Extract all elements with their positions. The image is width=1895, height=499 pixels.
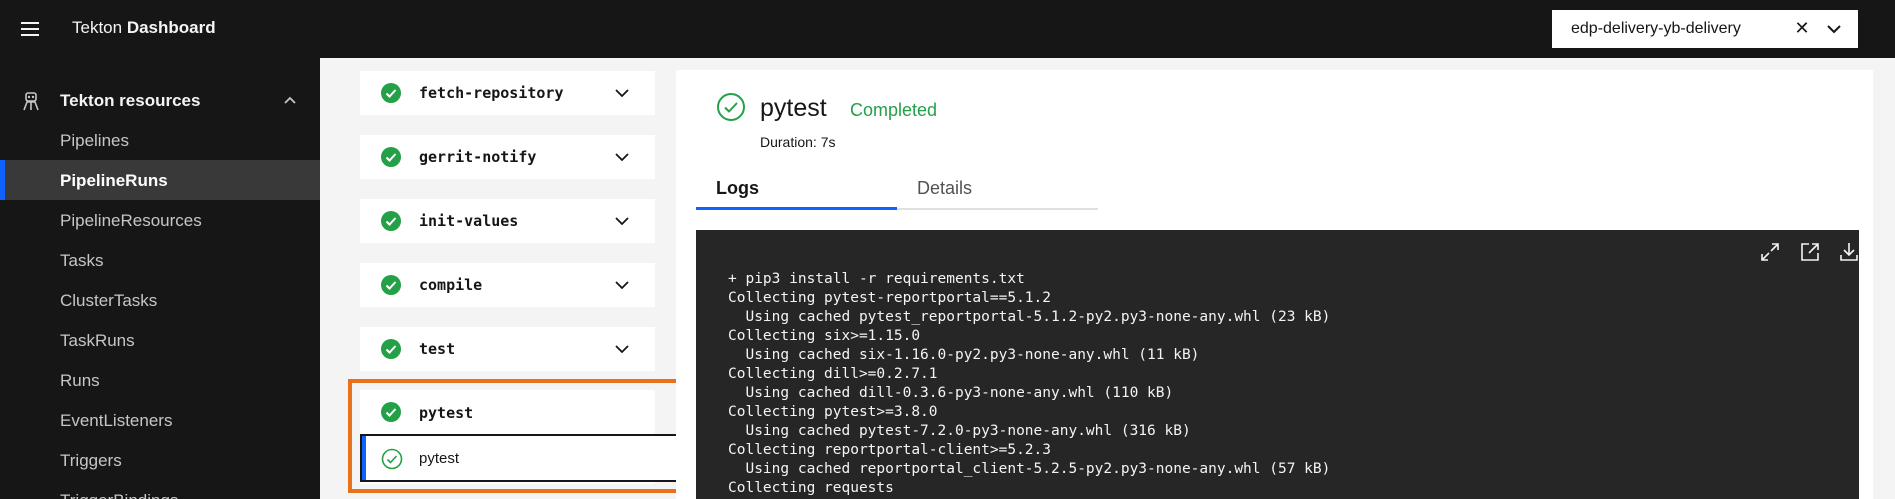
task-init-values[interactable]: init-values: [360, 199, 655, 243]
task-compile[interactable]: compile: [360, 263, 655, 307]
step-details-panel: pytest Completed Duration: 7s Logs Detai…: [676, 70, 1873, 499]
maximize-icon[interactable]: [1758, 240, 1782, 264]
task-label: test: [419, 340, 456, 358]
sidebar-item-label: Tasks: [60, 251, 104, 270]
launch-icon[interactable]: [1798, 240, 1822, 264]
sidebar-item-label: EventListeners: [60, 411, 173, 430]
log-viewer[interactable]: + pip3 install -r requirements.txt Colle…: [696, 230, 1859, 499]
chevron-down-icon[interactable]: [612, 147, 632, 167]
chevron-up-icon[interactable]: [280, 90, 300, 110]
task-label: fetch-repository: [419, 84, 564, 102]
sidebar-item-label: PipelineResources: [60, 211, 202, 230]
clear-namespace-icon[interactable]: ✕: [1790, 16, 1814, 40]
sidebar-item-eventlisteners[interactable]: EventListeners: [0, 400, 320, 440]
checkmark-filled-icon: [381, 339, 401, 359]
checkmark-outline-icon: [717, 93, 745, 121]
checkmark-filled-icon: [381, 147, 401, 167]
chevron-down-icon[interactable]: [612, 339, 632, 359]
namespace-select[interactable]: edp-delivery-yb-delivery ✕: [1552, 10, 1858, 48]
sidebar-item-pipelines[interactable]: Pipelines: [0, 120, 320, 160]
log-line: Collecting pytest>=3.8.0: [728, 404, 938, 420]
log-line: Using cached reportportal_client-5.2.5-p…: [728, 461, 1331, 477]
task-label: init-values: [419, 212, 519, 230]
app-title-prefix: Tekton: [72, 18, 123, 37]
hamburger-menu-icon[interactable]: [14, 14, 46, 44]
chevron-down-icon[interactable]: [1822, 17, 1846, 41]
sidebar: Tekton resources Pipelines PipelineRuns …: [0, 58, 320, 499]
sidebar-item-triggers[interactable]: Triggers: [0, 440, 320, 480]
chevron-down-icon[interactable]: [612, 83, 632, 103]
sidebar-item-label: TriggerBindings: [60, 491, 178, 499]
log-line: Collecting dill>=0.2.7.1: [728, 366, 938, 382]
sidebar-item-tasks[interactable]: Tasks: [0, 240, 320, 280]
task-fetch-repository[interactable]: fetch-repository: [360, 71, 655, 115]
namespace-value[interactable]: edp-delivery-yb-delivery: [1571, 20, 1781, 38]
checkmark-filled-icon: [381, 275, 401, 295]
step-pytest[interactable]: pytest: [360, 434, 680, 482]
log-line: Using cached pytest-7.2.0-py3-none-any.w…: [728, 423, 1191, 439]
sidebar-item-pipelineruns[interactable]: PipelineRuns: [0, 160, 320, 200]
step-status: Completed: [850, 100, 938, 120]
sidebar-item-label: ClusterTasks: [60, 291, 158, 310]
tab-list: Logs Details: [696, 168, 1098, 210]
sidebar-item-runs[interactable]: Runs: [0, 360, 320, 400]
tab-label: Details: [917, 178, 973, 198]
step-label: pytest: [419, 450, 460, 467]
tab-logs[interactable]: Logs: [696, 168, 897, 210]
log-line: Using cached pytest_reportportal-5.1.2-p…: [728, 309, 1331, 325]
log-line: Collecting reportportal-client>=5.2.3: [728, 442, 1052, 458]
tab-details[interactable]: Details: [897, 168, 1098, 210]
checkmark-filled-icon: [381, 402, 401, 422]
sidebar-item-triggerbindings[interactable]: TriggerBindings: [0, 480, 320, 499]
log-line: Using cached six-1.16.0-py2.py3-none-any…: [728, 347, 1200, 363]
download-icon[interactable]: [1837, 240, 1859, 264]
step-title: pytest: [760, 94, 827, 122]
log-content: + pip3 install -r requirements.txt Colle…: [728, 270, 1828, 498]
task-label: compile: [419, 276, 483, 294]
task-label: gerrit-notify: [419, 148, 537, 166]
sidebar-item-label: PipelineRuns: [60, 171, 168, 190]
task-pytest[interactable]: pytest pytest: [360, 390, 680, 484]
tekton-robot-icon: [23, 92, 39, 111]
chevron-down-icon[interactable]: [612, 275, 632, 295]
sidebar-item-label: Triggers: [60, 451, 122, 470]
checkmark-outline-icon: [381, 448, 403, 470]
chevron-down-icon[interactable]: [612, 211, 632, 231]
checkmark-filled-icon: [381, 83, 401, 103]
sidebar-section-tekton-resources[interactable]: Tekton resources: [0, 84, 320, 116]
log-line: Collecting requests: [728, 480, 894, 496]
task-gerrit-notify[interactable]: gerrit-notify: [360, 135, 655, 179]
sidebar-item-pipelineresources[interactable]: PipelineResources: [0, 200, 320, 240]
task-test[interactable]: test: [360, 327, 655, 371]
app-title-bold: Dashboard: [126, 18, 216, 37]
sidebar-item-clustertasks[interactable]: ClusterTasks: [0, 280, 320, 320]
step-duration: Duration: 7s: [760, 134, 836, 150]
log-line: Collecting pytest-reportportal==5.1.2: [728, 290, 1052, 306]
app-title[interactable]: Tekton Dashboard: [72, 18, 216, 38]
log-line: + pip3 install -r requirements.txt: [728, 271, 1025, 287]
checkmark-filled-icon: [381, 211, 401, 231]
top-header: Tekton Dashboard edp-delivery-yb-deliver…: [0, 0, 1895, 58]
task-label: pytest: [419, 404, 474, 422]
sidebar-item-label: Runs: [60, 371, 100, 390]
log-line: Collecting six>=1.15.0: [728, 328, 921, 344]
tab-label: Logs: [716, 178, 759, 198]
sidebar-item-taskruns[interactable]: TaskRuns: [0, 320, 320, 360]
log-line: Using cached dill-0.3.6-py3-none-any.whl…: [728, 385, 1174, 401]
sidebar-item-label: TaskRuns: [60, 331, 135, 350]
sidebar-item-label: Pipelines: [60, 131, 129, 150]
sidebar-section-label: Tekton resources: [60, 91, 201, 110]
